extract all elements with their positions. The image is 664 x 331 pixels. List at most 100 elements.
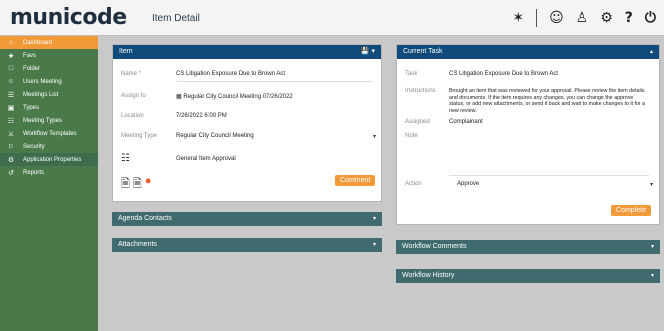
agenda-contacts-section[interactable]: Agenda Contacts ▾ [112,212,382,226]
save-icon[interactable]: 💾 ▾ [361,45,375,59]
sidebar-item-security[interactable]: ⚐ Security [0,140,98,153]
sidebar-item-reports[interactable]: ↺ Reports [0,166,98,179]
chevron-down-icon[interactable]: ▾ [650,181,653,188]
types-icon: ▣ [7,104,15,112]
comment-button[interactable]: Comment [335,175,376,186]
person-icon[interactable]: ♙ [576,9,589,27]
approval-label: General Item Approval [176,156,236,162]
meeting-type-select[interactable]: Regular City Council Meeting [176,133,254,140]
sidebar-item-label: Reports [23,169,45,176]
name-field[interactable]: CS Litigation Exposure Due to Brown Act [176,71,285,77]
doc-icons: 🗎 🗎 ● [121,175,152,194]
item-panel: Item 💾 ▾ Name * CS Litigation Exposure D… [112,44,382,202]
name-label: Name * [121,71,142,77]
chevron-down-icon[interactable]: ▾ [651,240,654,254]
meeting-type-row: Meeting Type Regular City Council Meetin… [121,133,376,140]
action-label: Action [405,181,422,187]
power-icon[interactable]: ⏻ [645,9,656,27]
item-panel-header: Item 💾 ▾ [113,45,381,59]
sidebar-item-label: Security [23,143,45,150]
divider [536,9,538,27]
chevron-up-icon[interactable]: ▴ [650,45,653,59]
gear-icon: ⚙ [7,156,15,164]
instructions-row: Instructions [405,88,449,94]
note-label: Note [405,133,418,139]
sidebar-item-types[interactable]: ▣ Types [0,101,98,114]
top-bar: municode Item Detail ✶ ☺ ♙ ⚙ ? ⏻ [0,0,664,36]
history-icon: ↺ [8,169,14,177]
item-panel-title: Item [119,48,133,55]
sidebar-item-label: Users Meeting [23,78,62,85]
note-row: Note [405,133,449,139]
top-icons: ✶ ☺ ♙ ⚙ ? ⏻ [512,9,656,27]
add-icon[interactable]: ● [145,175,152,194]
complete-button[interactable]: Complete [611,205,651,216]
sidebar-item-label: Favs [23,52,37,59]
chevron-down-icon[interactable]: ▾ [373,212,376,226]
instructions-text: Brought an item that was reviewed for yo… [449,88,646,114]
sidebar-item-label: Application Properties [23,156,82,163]
sidebar-item-label: Meeting Types [23,117,62,124]
workflow-history-section[interactable]: Workflow History ▾ [396,269,660,283]
hierarchy-icon: ☷ [121,153,130,164]
task-row: Task CS Litigation Exposure Due to Brown… [405,71,558,77]
task-label: Task [405,71,418,77]
sidebar-item-label: Folder [23,65,41,72]
sidebar: ⌂ Dashboard ★ Favs □ Folder ☺ Users Meet… [0,36,98,331]
help-icon[interactable]: ? [625,9,633,27]
chevron-down-icon[interactable]: ▾ [651,269,654,283]
assigned-label: Assigned [405,119,430,125]
location-row: Location 7/26/2022 6:00 PM [121,113,227,119]
sidebar-item-folder[interactable]: □ Folder [0,62,98,75]
sidebar-item-label: Workflow Templates [23,130,77,137]
pdf-icon[interactable]: 🗎 [121,175,130,194]
workflow-comments-section[interactable]: Workflow Comments ▾ [396,240,660,254]
current-task-header: Current Task ▴ [397,45,659,59]
task-value: CS Litigation Exposure Due to Brown Act [449,71,559,77]
chevron-down-icon[interactable]: ▾ [373,133,376,140]
user-card-icon[interactable]: ☺ [549,9,564,27]
grid-icon: ☷ [7,117,15,125]
app-logo[interactable]: municode [10,5,127,30]
workflow-icon: ⚔ [7,130,15,138]
gear-icon[interactable]: ⚙ [600,9,613,27]
action-row: Action Approve ▾ [405,181,653,188]
location-label: Location [121,113,144,119]
meeting-type-label: Meeting Type [121,133,157,139]
action-select[interactable]: Approve [457,181,479,188]
users-icon: ☺ [7,78,15,85]
shield-icon: ⚐ [7,143,15,151]
section-title: Agenda Contacts [118,215,172,222]
section-title: Attachments [118,241,157,248]
star-icon: ★ [7,52,15,60]
datetime-field[interactable]: 7/26/2022 6:00 PM [176,113,227,119]
file-icon[interactable]: 🗎 [133,175,142,194]
sidebar-item-dashboard[interactable]: ⌂ Dashboard [0,36,98,49]
page-title: Item Detail [152,13,200,24]
assign-row: Assign to ▦ Regular City Council Meeting… [121,93,293,100]
chevron-down-icon[interactable]: ▾ [373,238,376,252]
sidebar-item-label: Types [23,104,40,111]
bell-icon[interactable]: ✶ [512,9,524,27]
sidebar-item-label: Meetings List [23,91,59,98]
meeting-value: Regular City Council Meeting 07/26/2022 [183,94,293,100]
section-title: Workflow History [402,272,455,279]
section-title: Workflow Comments [402,243,467,250]
sidebar-item-application-properties[interactable]: ⚙ Application Properties [0,153,98,166]
assigned-row: Assigned Complainant [405,119,483,125]
assign-label: Assign to [121,93,146,99]
sidebar-item-meetings-list[interactable]: ☰ Meetings List [0,88,98,101]
sidebar-item-meeting-types[interactable]: ☷ Meeting Types [0,114,98,127]
divider [449,175,649,176]
instructions-label: Instructions [405,88,436,94]
sidebar-item-label: Dashboard [23,39,53,46]
sidebar-item-users-meeting[interactable]: ☺ Users Meeting [0,75,98,88]
sidebar-item-favs[interactable]: ★ Favs [0,49,98,62]
approval-row: ☷ General Item Approval [121,153,236,165]
name-row: Name * CS Litigation Exposure Due to Bro… [121,71,285,77]
assigned-value: Complainant [449,119,483,125]
meeting-select[interactable]: ▦ Regular City Council Meeting 07/26/202… [176,93,293,100]
sidebar-item-workflow-templates[interactable]: ⚔ Workflow Templates [0,127,98,140]
folder-icon: □ [8,65,14,72]
attachments-section[interactable]: Attachments ▾ [112,238,382,252]
